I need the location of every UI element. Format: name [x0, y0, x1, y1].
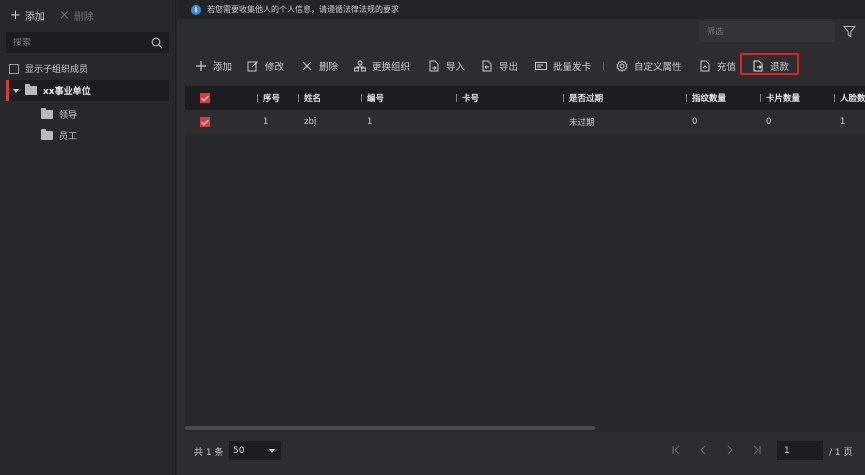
tree-node-leaders[interactable]: 领导: [41, 108, 77, 121]
close-icon: [302, 61, 312, 71]
column-header-card-number[interactable]: 卡号: [455, 86, 479, 110]
import-icon: [429, 60, 439, 72]
gear-icon: [616, 60, 628, 72]
horizontal-scrollbar[interactable]: [185, 426, 595, 430]
export-label: 导出: [499, 62, 519, 73]
delete-person-button[interactable]: 删除: [301, 53, 338, 79]
plus-icon: [196, 61, 206, 71]
batch-issue-card-label: 批量发卡: [553, 62, 592, 73]
page-size-select[interactable]: 50: [229, 441, 281, 460]
custom-attribute-button[interactable]: 自定义属性: [616, 53, 682, 79]
delete-person-label: 删除: [319, 62, 339, 73]
privacy-notice: i 若您需要收集他人的个人信息，请遵循法律法规的要求: [177, 0, 865, 19]
table-header: 序号 姓名 编号 卡号 是否过期 指纹数量 卡片数量 人脸数: [185, 86, 865, 110]
filter-icon[interactable]: [843, 25, 856, 38]
privacy-notice-text: 若您需要收集他人的个人信息，请遵循法律法规的要求: [207, 5, 399, 14]
export-icon: [482, 60, 492, 72]
current-page-value: 1: [784, 445, 790, 456]
add-person-button[interactable]: 添加: [195, 53, 232, 79]
org-icon: [354, 60, 366, 72]
refund-highlight-box: [740, 53, 799, 75]
column-header-expired[interactable]: 是否过期: [562, 86, 603, 110]
folder-icon: [41, 108, 53, 119]
tree-node-staff[interactable]: 员工: [41, 129, 77, 142]
page-number-input[interactable]: 1: [777, 441, 823, 460]
change-org-label: 更换组织: [372, 62, 411, 73]
cell-face-count: 1: [840, 117, 846, 127]
show-sub-members-checkbox[interactable]: [9, 63, 19, 74]
org-search-input[interactable]: [7, 37, 147, 48]
column-header-card-count[interactable]: 卡片数量: [759, 86, 800, 110]
next-page-icon[interactable]: [723, 443, 737, 457]
add-org-label: 添加: [24, 11, 45, 23]
column-header-number[interactable]: 编号: [360, 86, 384, 110]
person-table: 序号 姓名 编号 卡号 是否过期 指纹数量 卡片数量 人脸数 1 zbj 1 未…: [185, 86, 865, 432]
expand-arrow-icon[interactable]: [13, 88, 19, 93]
select-all-checkbox[interactable]: [200, 93, 210, 103]
batch-issue-card-button[interactable]: 批量发卡: [535, 53, 591, 79]
plus-icon: +: [10, 7, 21, 23]
cell-card-count: 0: [766, 117, 772, 127]
delete-org-button[interactable]: × 删除: [59, 8, 94, 23]
recharge-button[interactable]: 充值: [699, 53, 736, 79]
select-all-cell: [200, 86, 210, 110]
export-button[interactable]: 导出: [481, 53, 518, 79]
cell-expired: 未过期: [569, 118, 595, 128]
org-search-box: [6, 32, 169, 53]
column-header-face-count[interactable]: 人脸数: [834, 86, 865, 110]
column-header-index[interactable]: 序号: [256, 86, 280, 110]
person-panel: i 若您需要收集他人的个人信息，请遵循法律法规的要求 添加 修改 删除 更换组织…: [177, 0, 865, 475]
cell-fingerprint-count: 0: [692, 117, 698, 127]
tree-node-root-label: xx事业单位: [43, 87, 91, 97]
page-size-value: 50: [233, 445, 245, 456]
total-count: 共 1 条: [194, 448, 224, 458]
recharge-label: 充值: [717, 62, 737, 73]
cell-index: 1: [263, 117, 269, 127]
tree-node-label: 领导: [59, 111, 78, 121]
folder-icon: [25, 84, 37, 95]
table-row[interactable]: 1 zbj 1 未过期 0 0 1: [185, 110, 865, 134]
column-header-name[interactable]: 姓名: [297, 86, 321, 110]
last-page-icon[interactable]: [750, 443, 764, 457]
add-org-button[interactable]: + 添加: [10, 8, 45, 23]
add-person-label: 添加: [213, 62, 233, 73]
cell-number: 1: [367, 117, 373, 127]
row-checkbox[interactable]: [200, 117, 210, 127]
edit-person-button[interactable]: 修改: [247, 53, 284, 79]
tree-node-root[interactable]: xx事业单位: [6, 80, 169, 101]
search-icon[interactable]: [151, 37, 163, 49]
recharge-icon: [700, 60, 710, 72]
row-select-cell: [200, 110, 210, 134]
info-icon: i: [191, 4, 201, 15]
import-button[interactable]: 导入: [428, 53, 465, 79]
import-label: 导入: [446, 62, 466, 73]
prev-page-icon[interactable]: [696, 443, 710, 457]
chevron-down-icon: [269, 449, 275, 453]
close-icon: ×: [58, 7, 70, 23]
delete-org-label: 删除: [73, 11, 94, 23]
org-toolbar: + 添加 × 删除: [0, 0, 175, 30]
show-sub-members-label: 显示子组织成员: [25, 65, 89, 75]
cell-name: zbj: [304, 117, 317, 127]
edit-person-label: 修改: [265, 62, 285, 73]
folder-icon: [41, 129, 53, 140]
pagination-bar: 共 1 条 50 1 / 1 页: [177, 438, 865, 464]
org-panel: + 添加 × 删除 显示子组织成员 xx事业单位 领导 员工: [0, 0, 176, 475]
total-pages: / 1 页: [829, 448, 853, 458]
show-sub-members-toggle[interactable]: 显示子组织成员: [9, 62, 88, 75]
toolbar-divider: [603, 62, 604, 71]
change-org-button[interactable]: 更换组织: [354, 53, 410, 79]
column-header-fingerprint-count[interactable]: 指纹数量: [685, 86, 726, 110]
tree-node-label: 员工: [59, 132, 78, 142]
first-page-icon[interactable]: [669, 443, 683, 457]
filter-box: [699, 21, 835, 42]
custom-attribute-label: 自定义属性: [634, 62, 682, 73]
filter-input[interactable]: [700, 22, 834, 41]
card-icon: [535, 62, 547, 70]
edit-icon: [247, 61, 258, 72]
